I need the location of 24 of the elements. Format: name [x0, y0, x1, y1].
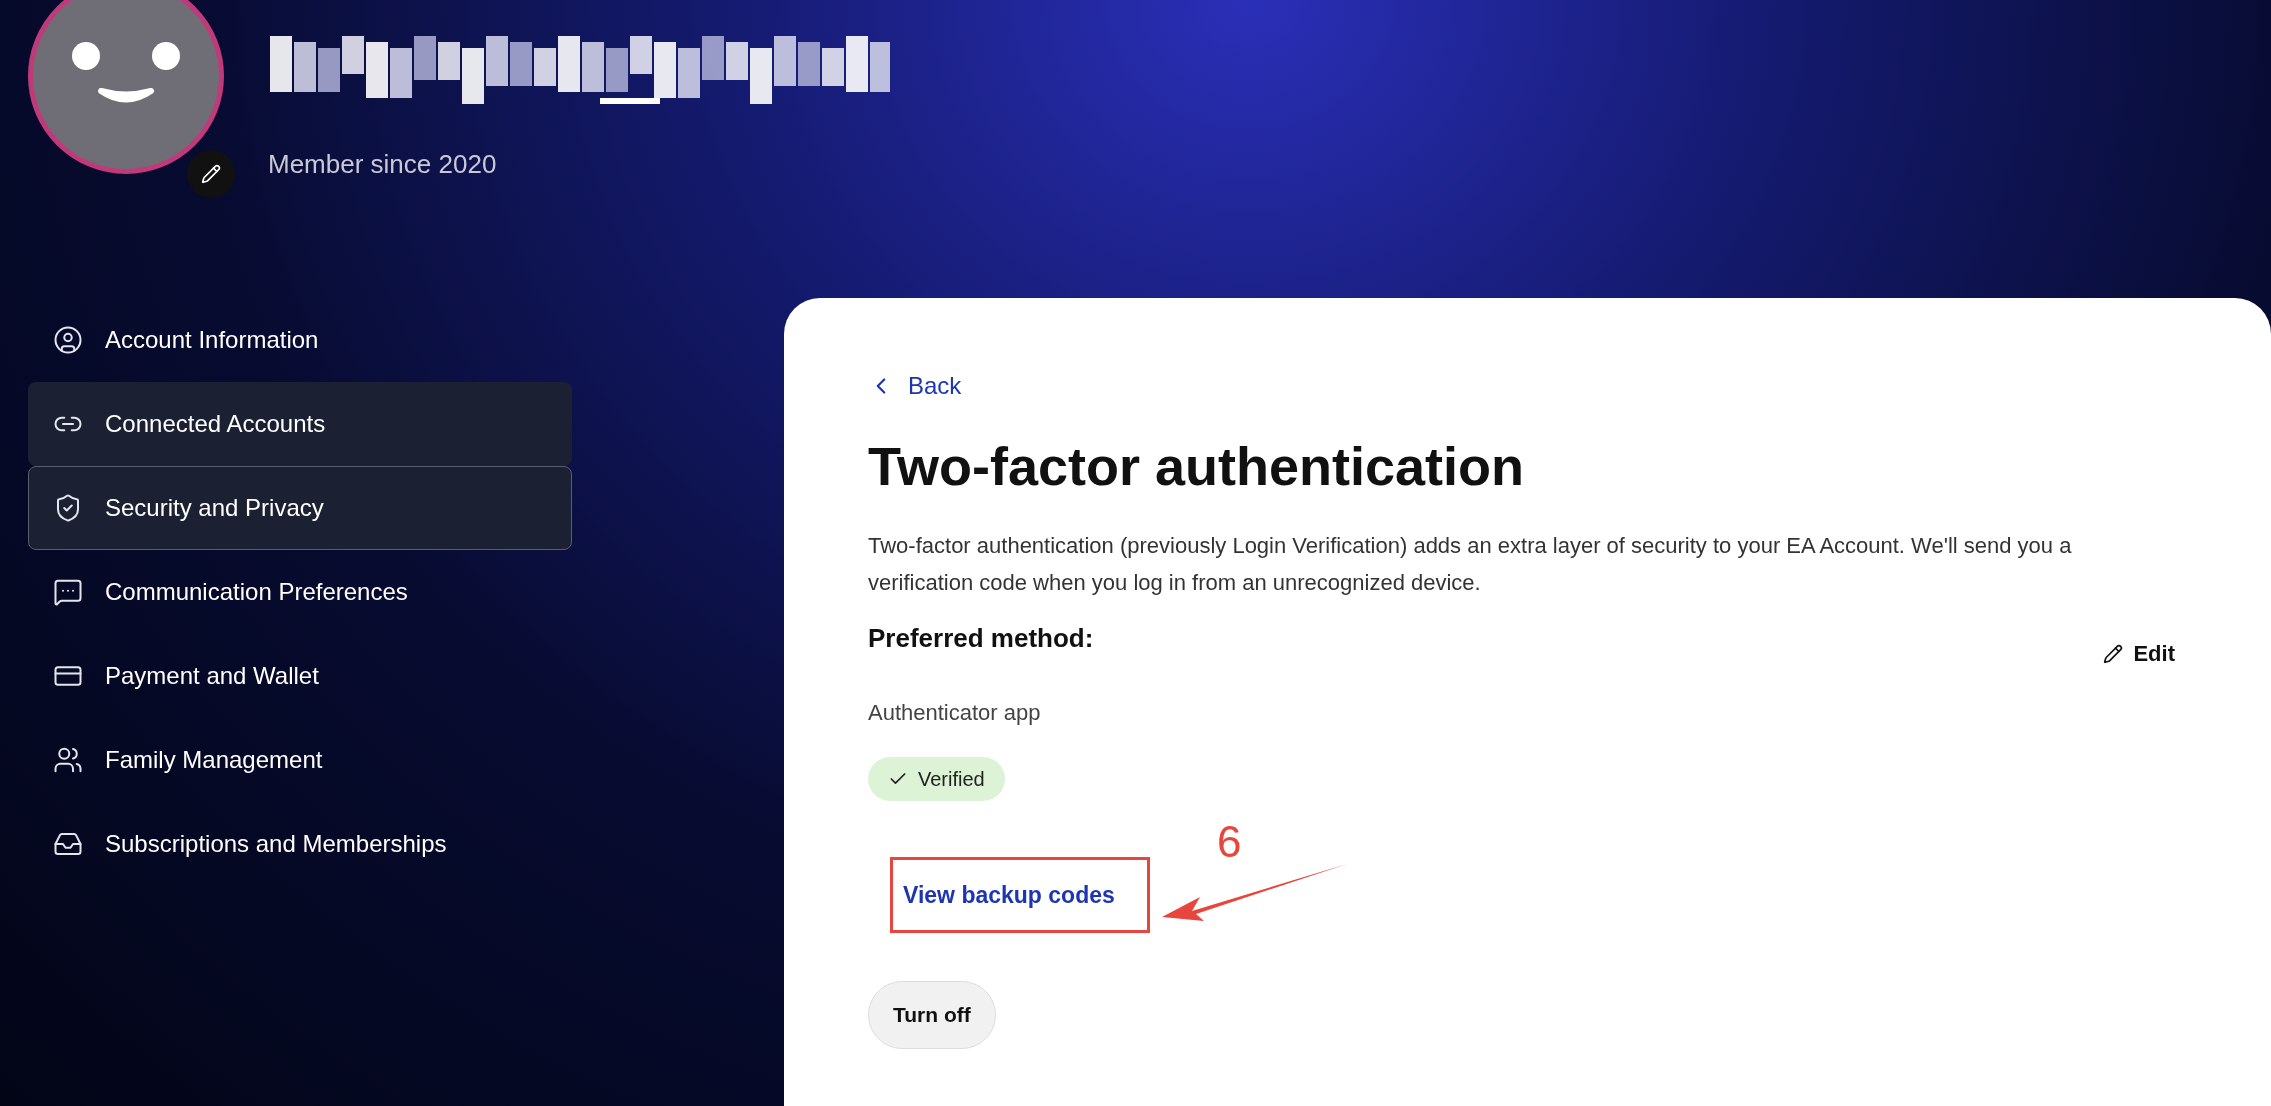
sidebar-item[interactable]: Family Management	[28, 718, 572, 802]
sidebar-item[interactable]: Security and Privacy	[28, 466, 572, 550]
sidebar-item[interactable]: Account Information	[28, 298, 572, 382]
view-backup-codes-link[interactable]: View backup codes	[903, 877, 1115, 913]
page-title: Two-factor authentication	[868, 435, 1525, 498]
member-since: Member since 2020	[268, 148, 497, 181]
user-circle-icon	[53, 325, 83, 355]
sidebar-item[interactable]: Communication Preferences	[28, 550, 572, 634]
back-link[interactable]: Back	[868, 368, 962, 404]
people-icon	[53, 745, 83, 775]
edit-button[interactable]: Edit	[2103, 637, 2175, 670]
pencil-icon	[2103, 643, 2124, 664]
sidebar-item[interactable]: Connected Accounts	[28, 382, 572, 466]
description-text: Two-factor authentication (previously Login Verification) adds an extra layer of security to your EA Account. We'll send you a verification code when you log in from an unrecognized device.	[868, 532, 2073, 597]
pencil-icon	[201, 164, 221, 184]
edit-avatar-button[interactable]	[187, 150, 235, 198]
preferred-method-label: Preferred method:	[868, 622, 1094, 655]
method-value: Authenticator app	[868, 699, 1042, 727]
sidebar-item[interactable]: Payment and Wallet	[28, 634, 572, 718]
sidebar-item[interactable]: Subscriptions and Memberships	[28, 802, 572, 886]
verified-badge: Verified	[868, 757, 1005, 801]
annotation-number: 6	[1217, 816, 1242, 868]
chat-icon	[53, 577, 83, 607]
turn-off-button[interactable]: Turn off	[868, 981, 996, 1049]
